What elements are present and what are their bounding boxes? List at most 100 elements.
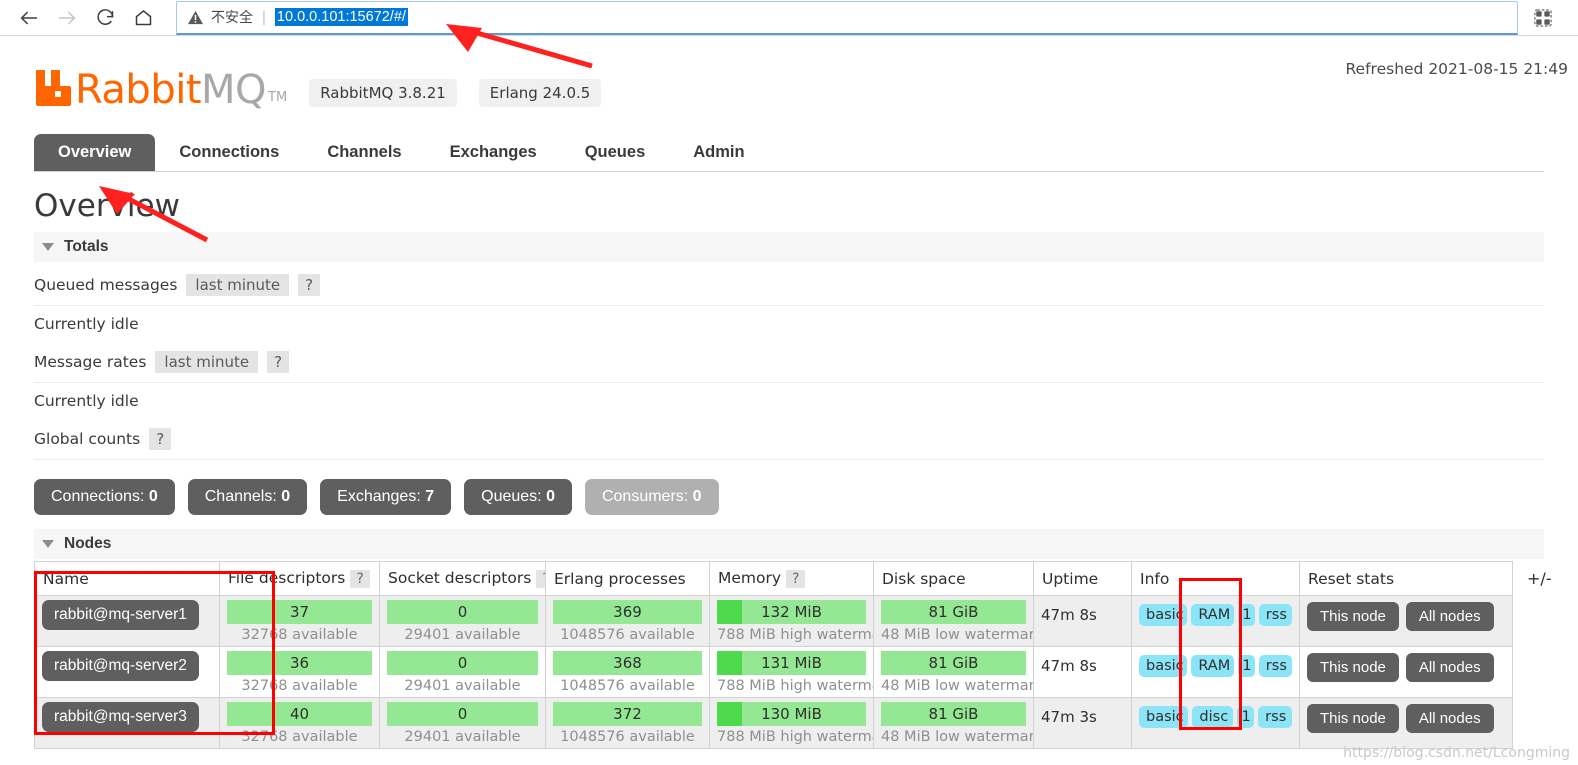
info-badge-rss[interactable]: rss <box>1258 655 1292 677</box>
info-badge-node-type[interactable]: RAM <box>1191 604 1235 626</box>
cell-reset-stats: This node All nodes <box>1299 595 1513 647</box>
info-badge-count[interactable]: 1 <box>1237 706 1255 728</box>
caret-down-icon[interactable] <box>42 243 54 251</box>
col-info[interactable]: Info <box>1131 561 1300 596</box>
nodes-section-header[interactable]: Nodes <box>34 529 1544 559</box>
collections-grid-icon[interactable] <box>1518 8 1568 27</box>
count-badge-exchanges[interactable]: Exchanges: 7 <box>320 479 452 515</box>
toggle-columns-button[interactable]: +/- <box>1513 561 1552 588</box>
reset-all-nodes-button[interactable]: All nodes <box>1405 704 1494 733</box>
col-name[interactable]: Name <box>34 561 220 596</box>
erlang-processes-sub: 1048576 available <box>560 678 695 694</box>
cell-uptime: 47m 3s <box>1033 697 1132 749</box>
count-badge-consumers[interactable]: Consumers: 0 <box>584 479 719 515</box>
cell-node-name: rabbit@mq-server1 <box>34 595 220 647</box>
count-label-queues: Queues: <box>481 488 542 505</box>
col-uptime[interactable]: Uptime <box>1033 561 1132 596</box>
count-badge-queues[interactable]: Queues: 0 <box>464 479 572 515</box>
cell-node-name: rabbit@mq-server3 <box>34 697 220 749</box>
info-badge-rss[interactable]: rss <box>1258 706 1292 728</box>
info-badge-count[interactable]: 1 <box>1238 655 1255 677</box>
col-name-label: Name <box>43 569 89 588</box>
reset-this-node-button[interactable]: This node <box>1307 704 1399 733</box>
file-descriptors-help-icon[interactable]: ? <box>350 570 370 588</box>
memory-value: 131 MiB <box>761 654 822 672</box>
memory-help-icon[interactable]: ? <box>786 570 806 588</box>
node-name-badge[interactable]: rabbit@mq-server3 <box>42 702 199 732</box>
info-badge-basic[interactable]: basic <box>1139 655 1188 677</box>
reset-all-nodes-button[interactable]: All nodes <box>1405 653 1494 682</box>
erlang-processes-bar: 372 <box>553 702 702 726</box>
address-bar[interactable]: 不安全 | 10.0.0.101:15672/#/ <box>176 0 1518 35</box>
count-value-channels: 0 <box>281 488 291 505</box>
rabbitmq-logo-icon <box>34 68 72 106</box>
info-badge-basic[interactable]: basic <box>1139 706 1189 728</box>
info-badge-rss[interactable]: rss <box>1258 604 1292 626</box>
file-descriptors-sub: 32768 available <box>241 627 358 643</box>
back-arrow-icon[interactable] <box>10 3 48 33</box>
memory-value: 132 MiB <box>761 603 822 621</box>
col-memory-label: Memory <box>718 569 782 587</box>
memory-value: 130 MiB <box>761 705 822 723</box>
node-name-badge[interactable]: rabbit@mq-server2 <box>42 651 199 681</box>
tab-connections[interactable]: Connections <box>155 134 303 171</box>
info-badge-group: basic disc 1 rss <box>1139 702 1292 728</box>
tab-overview[interactable]: Overview <box>34 134 156 171</box>
cell-disk-space: 81 GiB 48 MiB low watermark <box>873 595 1034 647</box>
reset-this-node-button[interactable]: This node <box>1307 653 1399 682</box>
tab-admin[interactable]: Admin <box>669 134 768 171</box>
memory-sub: 788 MiB high watermark <box>717 627 873 643</box>
caret-down-icon[interactable] <box>42 540 54 548</box>
col-reset-stats[interactable]: Reset stats <box>1299 561 1513 596</box>
col-file-descriptors[interactable]: File descriptors? <box>219 561 380 596</box>
count-badge-connections[interactable]: Connections: 0 <box>34 479 175 515</box>
info-badge-group: basic RAM 1 rss <box>1139 600 1292 626</box>
disk-space-sub: 48 MiB low watermark <box>881 678 1034 694</box>
reset-this-node-button[interactable]: This node <box>1307 602 1399 631</box>
col-disk-space-label: Disk space <box>882 569 966 588</box>
url-text[interactable]: 10.0.0.101:15672/#/ <box>274 8 408 26</box>
global-counts-help-icon[interactable]: ? <box>149 428 172 450</box>
queued-messages-help-icon[interactable]: ? <box>298 274 321 296</box>
message-rates-period-chip[interactable]: last minute <box>155 351 259 373</box>
message-rates-label: Message rates <box>34 353 147 371</box>
count-badge-channels[interactable]: Channels: 0 <box>187 479 308 515</box>
col-erlang-processes[interactable]: Erlang processes <box>545 561 710 596</box>
totals-section-label: Totals <box>64 238 109 255</box>
tab-exchanges[interactable]: Exchanges <box>426 134 561 171</box>
message-rates-help-icon[interactable]: ? <box>267 351 290 373</box>
info-badge-count[interactable]: 1 <box>1238 604 1255 626</box>
cell-memory: 130 MiB 788 MiB high watermark <box>709 697 874 749</box>
erlang-processes-sub: 1048576 available <box>560 627 695 643</box>
socket-descriptors-value: 0 <box>457 705 468 723</box>
brand-header: Rabbit MQ TM RabbitMQ 3.8.21 Erlang 24.0… <box>34 36 1544 110</box>
col-erlang-processes-label: Erlang processes <box>554 569 686 588</box>
cell-erlang-processes: 368 1048576 available <box>545 646 710 698</box>
home-icon[interactable] <box>124 3 162 33</box>
info-badge-node-type[interactable]: RAM <box>1191 655 1235 677</box>
logo-text-mq: MQ <box>201 67 267 113</box>
cell-info: basic RAM 1 rss <box>1131 646 1300 698</box>
file-descriptors-bar: 40 <box>227 702 372 726</box>
erlang-processes-value: 369 <box>613 603 642 621</box>
cell-socket-descriptors: 0 29401 available <box>379 595 546 647</box>
page-title: Overview <box>34 188 180 224</box>
uptime-value: 47m 8s <box>1041 606 1097 624</box>
message-rates-status: Currently idle <box>34 392 139 410</box>
tab-channels[interactable]: Channels <box>303 134 425 171</box>
reset-all-nodes-button[interactable]: All nodes <box>1405 602 1494 631</box>
col-socket-descriptors[interactable]: Socket descriptors? <box>379 561 546 596</box>
col-memory[interactable]: Memory? <box>709 561 874 596</box>
totals-section-header[interactable]: Totals <box>34 232 1544 262</box>
col-disk-space[interactable]: Disk space <box>873 561 1034 596</box>
info-badge-node-type[interactable]: disc <box>1192 706 1234 728</box>
reload-icon[interactable] <box>86 3 124 33</box>
logo-trademark: TM <box>268 90 288 105</box>
cell-file-descriptors: 36 32768 available <box>219 646 380 698</box>
node-name-badge[interactable]: rabbit@mq-server1 <box>42 600 199 630</box>
tab-queues[interactable]: Queues <box>561 134 670 171</box>
socket-descriptors-help-icon[interactable]: ? <box>536 570 545 588</box>
socket-descriptors-bar: 0 <box>387 651 538 675</box>
info-badge-basic[interactable]: basic <box>1139 604 1188 626</box>
queued-messages-period-chip[interactable]: last minute <box>186 274 290 296</box>
